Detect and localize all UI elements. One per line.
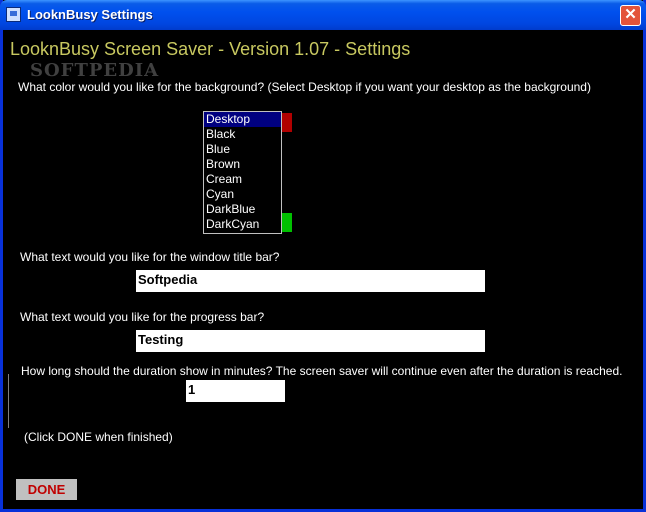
title-bar-question: What text would you like for the window … bbox=[20, 250, 280, 264]
color-swatch-red bbox=[282, 113, 292, 132]
duration-input[interactable]: 1 bbox=[186, 380, 285, 402]
softpedia-watermark: SOFTPEDIA bbox=[30, 60, 160, 81]
color-option[interactable]: Blue bbox=[204, 142, 281, 157]
color-option[interactable]: Desktop bbox=[204, 112, 281, 127]
color-option[interactable]: Cream bbox=[204, 172, 281, 187]
progress-bar-text-input[interactable]: Testing bbox=[136, 330, 485, 352]
done-button[interactable]: DONE bbox=[16, 479, 77, 500]
color-option[interactable]: Cyan bbox=[204, 187, 281, 202]
title-bar[interactable]: LooknBusy Settings ✕ bbox=[0, 0, 646, 30]
window-title: LooknBusy Settings bbox=[27, 7, 153, 22]
done-hint: (Click DONE when finished) bbox=[24, 430, 173, 444]
app-icon bbox=[6, 7, 21, 22]
duration-question: How long should the duration show in min… bbox=[21, 364, 623, 378]
close-button[interactable]: ✕ bbox=[620, 5, 641, 26]
background-question: What color would you like for the backgr… bbox=[18, 80, 591, 94]
page-heading: LooknBusy Screen Saver - Version 1.07 - … bbox=[10, 39, 411, 59]
color-option[interactable]: Black bbox=[204, 127, 281, 142]
color-option[interactable]: DarkBlue bbox=[204, 202, 281, 217]
color-swatch-green bbox=[282, 213, 292, 232]
progress-bar-question: What text would you like for the progres… bbox=[20, 310, 265, 324]
background-color-listbox[interactable]: Desktop Black Blue Brown Cream Cyan Dark… bbox=[203, 111, 282, 234]
divider bbox=[8, 374, 9, 428]
color-option[interactable]: DarkCyan bbox=[204, 217, 281, 232]
title-bar-text-input[interactable]: Softpedia bbox=[136, 270, 485, 292]
settings-window: LooknBusy Settings ✕ LooknBusy Screen Sa… bbox=[0, 0, 646, 512]
color-option[interactable]: Brown bbox=[204, 157, 281, 172]
